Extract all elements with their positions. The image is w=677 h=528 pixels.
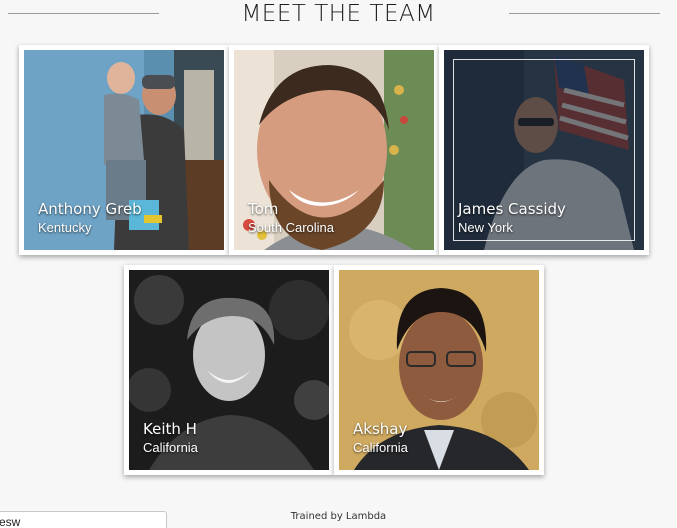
member-location: South Carolina [248,220,334,235]
team-card-james[interactable]: James Cassidy New York [439,45,649,255]
member-name: Akshay [353,420,408,438]
member-name: Keith H [143,420,197,438]
member-location: New York [458,220,513,235]
team-card-anthony[interactable]: Anthony Greb Kentucky [19,45,229,255]
corner-input[interactable]: esw [0,511,167,528]
member-photo: James Cassidy New York [444,50,644,250]
member-photo: Anthony Greb Kentucky [24,50,224,250]
member-name: Tom [248,200,279,218]
member-name: James Cassidy [458,200,566,218]
member-photo: Akshay California [339,270,539,470]
team-card-keith[interactable]: Keith H California [124,265,334,475]
page-title: MEET THE TEAM [241,1,436,27]
team-card-akshay[interactable]: Akshay California [334,265,544,475]
member-photo: Tom South Carolina [234,50,434,250]
member-photo: Keith H California [129,270,329,470]
member-location: California [143,440,198,455]
member-location: Kentucky [38,220,92,235]
member-location: California [353,440,408,455]
team-card-tom[interactable]: Tom South Carolina [229,45,439,255]
member-name: Anthony Greb [38,200,142,218]
